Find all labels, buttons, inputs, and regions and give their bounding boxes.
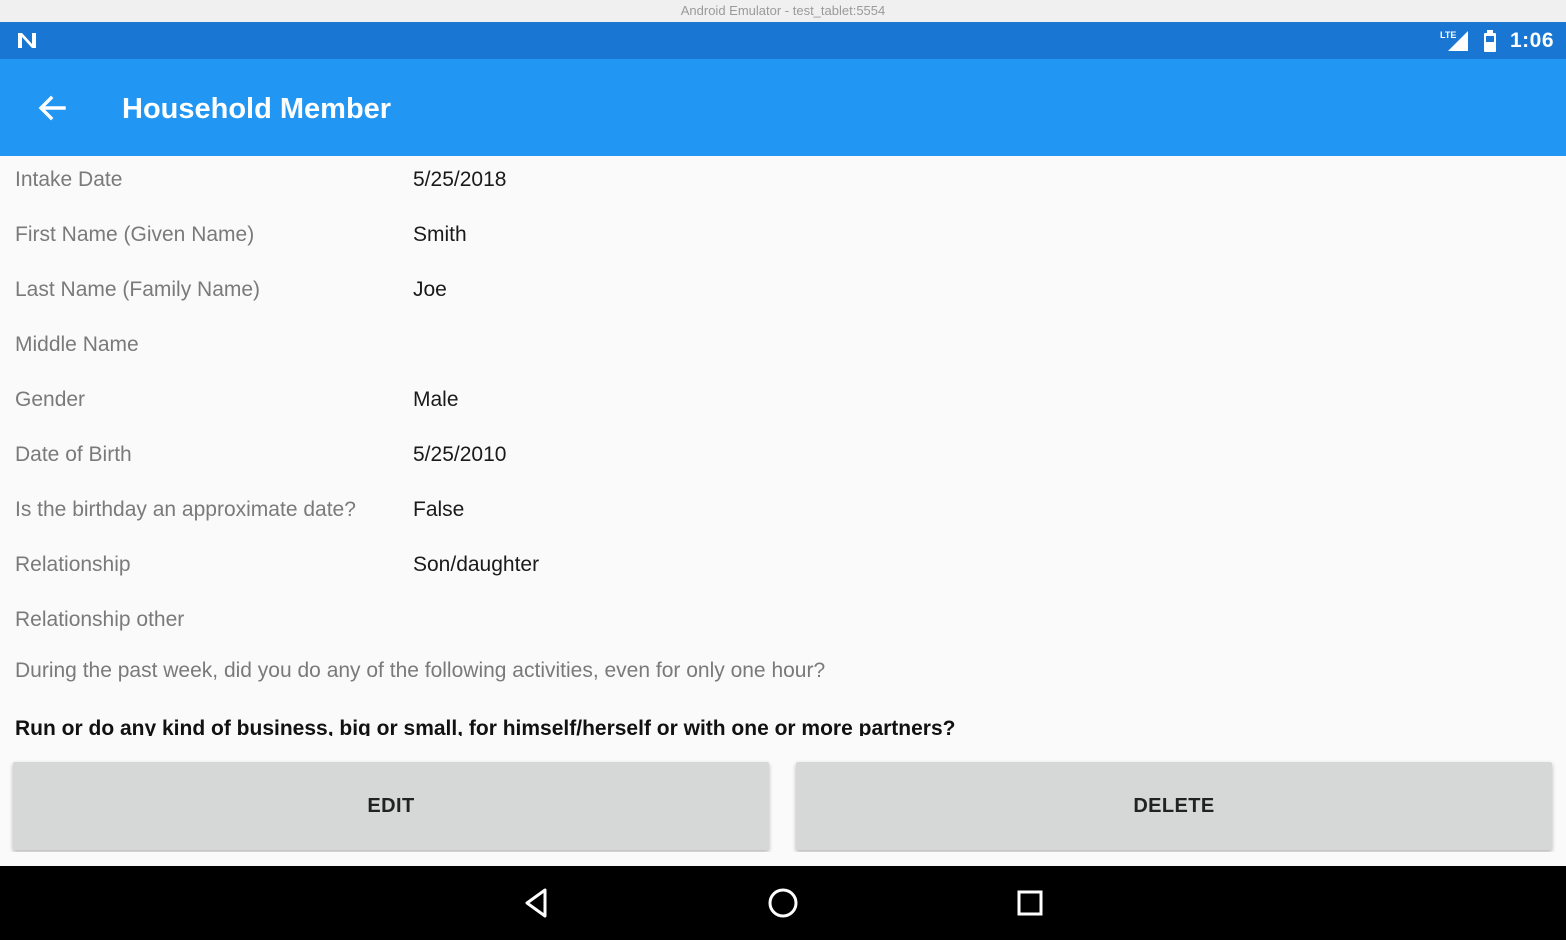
detail-label: Relationship	[15, 553, 131, 576]
detail-value: 5/25/2018	[413, 168, 507, 191]
status-time: 1:06	[1509, 28, 1554, 52]
svg-text:LTE: LTE	[1440, 30, 1456, 40]
detail-value: Male	[413, 388, 459, 411]
nav-recents-icon[interactable]	[1010, 883, 1050, 923]
activities-question-row: During the past week, did you do any of …	[0, 651, 1566, 706]
detail-value: Smith	[413, 223, 467, 246]
detail-value: 5/25/2010	[413, 443, 507, 466]
detail-row-date-of-birth: Date of Birth 5/25/2010	[0, 431, 1566, 486]
detail-row-last-name: Last Name (Family Name) Joe	[0, 266, 1566, 321]
detail-row-first-name: First Name (Given Name) Smith	[0, 211, 1566, 266]
delete-button[interactable]: DELETE	[796, 762, 1552, 850]
activities-question: During the past week, did you do any of …	[15, 659, 826, 682]
button-area-spacer	[0, 852, 1566, 866]
nav-back-icon[interactable]	[516, 883, 556, 923]
status-bar: LTE 1:06	[0, 22, 1566, 59]
detail-row-middle-name: Middle Name	[0, 321, 1566, 376]
detail-row-relationship: Relationship Son/daughter	[0, 541, 1566, 596]
detail-label: Last Name (Family Name)	[15, 278, 261, 301]
detail-label: Gender	[15, 388, 86, 411]
arrow-back-icon[interactable]	[30, 88, 76, 128]
system-nav-bar	[0, 866, 1566, 940]
detail-value: Son/daughter	[413, 553, 540, 576]
edit-button[interactable]: EDIT	[13, 762, 769, 850]
nav-home-icon[interactable]	[763, 883, 803, 923]
business-sub-question: Run or do any kind of business, big or s…	[15, 717, 956, 736]
detail-row-approx-birthday: Is the birthday an approximate date? Fal…	[0, 486, 1566, 541]
page-title: Household Member	[122, 93, 392, 125]
detail-label: Date of Birth	[15, 443, 132, 466]
detail-label: Intake Date	[15, 168, 123, 191]
battery-icon	[1483, 29, 1496, 52]
detail-label: Is the birthday an approximate date?	[15, 498, 356, 521]
detail-label: Relationship other	[15, 608, 185, 631]
details-content[interactable]: Intake Date 5/25/2018 First Name (Given …	[0, 156, 1566, 736]
detail-value: Joe	[413, 278, 447, 301]
emulator-window-title: Android Emulator - test_tablet:5554	[0, 0, 1566, 23]
detail-label: Middle Name	[15, 333, 139, 356]
detail-row-intake-date: Intake Date 5/25/2018	[0, 156, 1566, 211]
detail-label: First Name (Given Name)	[15, 223, 255, 246]
detail-row-gender: Gender Male	[0, 376, 1566, 431]
app-bar: Household Member	[0, 59, 1566, 156]
lte-signal-icon: LTE	[1440, 30, 1468, 51]
detail-value: False	[413, 498, 465, 521]
detail-row-relationship-other: Relationship other	[0, 596, 1566, 651]
n-logo-icon	[18, 33, 36, 48]
